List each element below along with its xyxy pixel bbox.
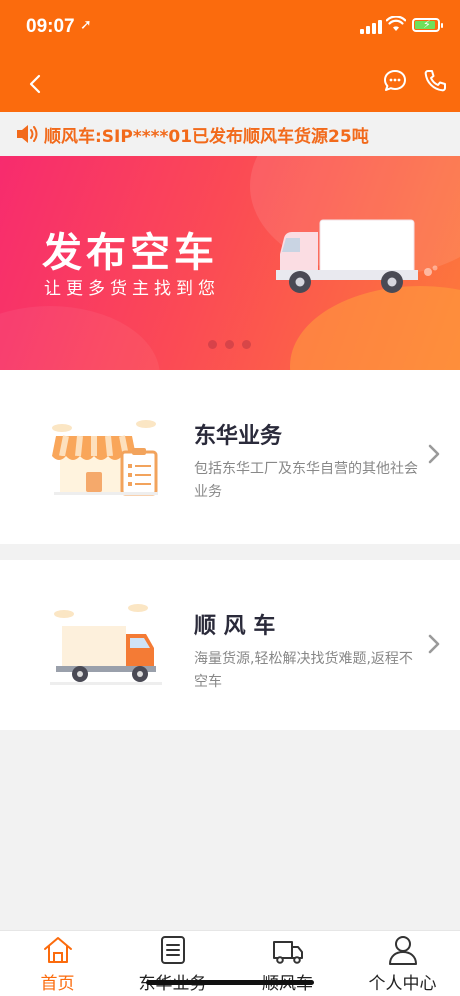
tab-label: 个人中心 (368, 974, 437, 994)
phone-icon[interactable] (422, 68, 448, 94)
home-icon (44, 937, 72, 963)
bottom-tab-bar: 首页 东华业务 顺风车 个人中心 (0, 930, 460, 996)
service-description: 包括东华工厂及东华自营的其他社会业务 (194, 461, 418, 500)
tab-shunfengche[interactable]: 顺风车 (230, 931, 345, 996)
storefront-icon (52, 420, 158, 496)
banner-pagination (208, 340, 251, 349)
service-title: 顺 风 车 (194, 614, 276, 639)
pagination-dot[interactable] (208, 340, 217, 349)
tab-donghua-business[interactable]: 东华业务 (115, 931, 230, 996)
pagination-dot[interactable] (242, 340, 251, 349)
tab-label: 首页 (40, 974, 75, 994)
promo-banner[interactable]: 发布空车 让更多货主找到您 (0, 156, 460, 370)
tab-home[interactable]: 首页 (0, 931, 115, 996)
truck-illustration-icon (276, 219, 438, 293)
notice-text: 顺风车:SIP****01已发布顺风车货源25吨 (44, 126, 369, 147)
tab-profile[interactable]: 个人中心 (345, 931, 460, 996)
chevron-right-icon (428, 444, 440, 464)
status-time: 09:07 (26, 16, 75, 37)
service-card-donghua[interactable]: 东华业务 包括东华工厂及东华自营的其他社会业务 (0, 370, 460, 544)
truck-icon (50, 604, 162, 685)
status-bar: 09:07 ➚ ⚡ (0, 0, 460, 56)
service-description: 海量货源,轻松解决找货难题,返程不空车 (194, 651, 413, 690)
truck-icon (273, 941, 303, 964)
document-icon (161, 936, 185, 964)
home-indicator (146, 980, 314, 985)
person-icon (389, 936, 417, 965)
back-chevron-icon[interactable] (24, 72, 48, 96)
nav-bar (0, 56, 460, 112)
speaker-icon (17, 125, 38, 143)
service-card-shunfengche[interactable]: 顺 风 车 海量货源,轻松解决找货难题,返程不空车 (0, 560, 460, 730)
signal-icon (360, 20, 382, 34)
pagination-dot[interactable] (225, 340, 234, 349)
location-arrow-icon: ➚ (80, 17, 92, 33)
banner-subtitle: 让更多货主找到您 (44, 279, 220, 299)
battery-icon: ⚡ (412, 18, 443, 32)
notice-bar[interactable]: 顺风车:SIP****01已发布顺风车货源25吨 (0, 112, 460, 156)
wifi-icon (386, 16, 406, 31)
service-title: 东华业务 (194, 424, 283, 449)
chat-bubble-icon[interactable] (382, 68, 408, 94)
chevron-right-icon (428, 634, 440, 654)
banner-title: 发布空车 (42, 230, 218, 276)
